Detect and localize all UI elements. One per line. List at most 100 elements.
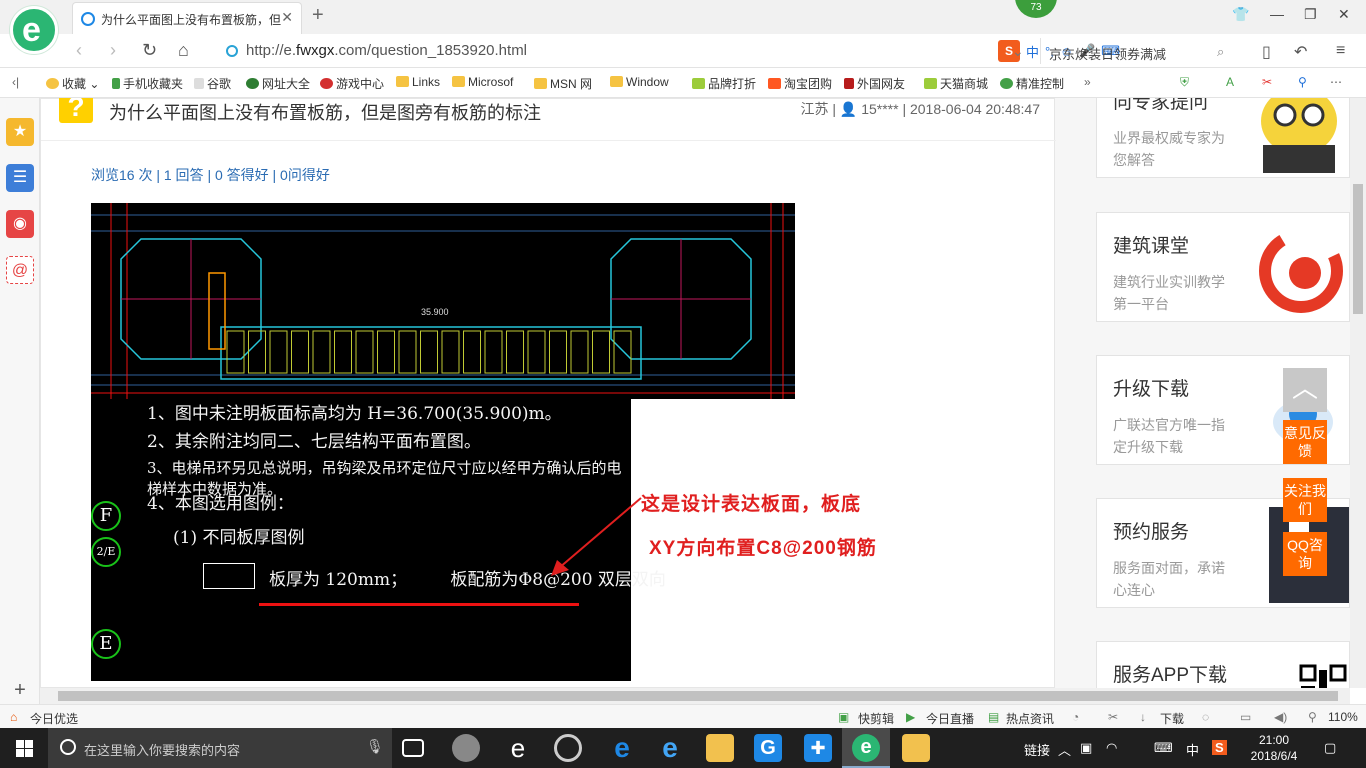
add-panel-icon[interactable]: + [6, 676, 34, 704]
collapse-sidebar-icon[interactable]: ‹| [12, 75, 19, 89]
swirl-app-icon[interactable] [554, 734, 582, 762]
cad-slab-panel [613, 330, 632, 374]
internet-explorer-icon[interactable]: e [656, 734, 684, 762]
more-bookmarks-icon[interactable]: » [1084, 75, 1091, 89]
action-center-icon[interactable]: ▢ [1324, 740, 1336, 756]
edge-browser-icon[interactable]: e [608, 734, 636, 762]
feedback-button[interactable]: 意见反馈 [1283, 420, 1327, 464]
follow-us-button[interactable]: 关注我们 [1283, 478, 1327, 522]
status-link[interactable]: 今日直播 [926, 710, 974, 727]
minimize-icon[interactable]: — [1270, 6, 1284, 22]
bookmark-item[interactable]: 品牌打折 [692, 75, 756, 92]
bookmark-item[interactable]: Window [610, 75, 669, 89]
translate-icon[interactable]: A [1226, 75, 1234, 89]
tray-app-icon[interactable]: ▣ [1080, 740, 1092, 756]
mail-icon[interactable]: @ [6, 256, 34, 284]
forward-icon[interactable]: › [110, 40, 116, 61]
cleanup-icon[interactable]: ◌ [1202, 710, 1209, 724]
file-explorer-icon[interactable] [706, 734, 734, 762]
qq-consult-button[interactable]: QQ咨询 [1283, 532, 1327, 576]
bookmark-item[interactable]: 精准控制 [1000, 75, 1064, 92]
speed-icon[interactable]: ◔ [1072, 710, 1079, 724]
search-field[interactable]: 京东焕装日领券满减 ⌕ [1040, 38, 1240, 64]
pinwheel-app-icon[interactable] [452, 734, 480, 762]
bookmark-item[interactable]: 淘宝团购 [768, 75, 832, 92]
phone-icon[interactable]: ▯ [1262, 42, 1271, 62]
zoom-tool-icon[interactable]: ⚲ [1298, 75, 1307, 89]
bookmark-item[interactable]: 手机收藏夹 [112, 75, 183, 92]
globe-icon [246, 78, 259, 89]
ime-indicator[interactable]: 中 [1186, 740, 1199, 759]
g-app-icon[interactable]: G [754, 734, 782, 762]
bookmark-item[interactable]: 天猫商城 [924, 75, 988, 92]
ad-card[interactable]: 向专家提问 业界最权威专家为您解答 [1096, 98, 1350, 178]
restore-icon[interactable]: ❐ [1304, 6, 1317, 23]
refresh-icon[interactable]: ↻ [142, 40, 157, 61]
notification-badge[interactable]: 73 [1015, 0, 1057, 18]
new-tab-button[interactable]: + [312, 4, 324, 27]
bookmark-item[interactable]: 谷歌 [194, 75, 231, 92]
scroll-thumb[interactable] [58, 691, 1338, 701]
tray-expand-icon[interactable]: ︿ [1058, 740, 1071, 759]
browser-tab[interactable]: 为什么平面图上没有布置板筋，但是图旁有板筋的标注 ✕ [72, 2, 302, 34]
windows-start-button[interactable] [0, 728, 48, 768]
sogou-tray-icon[interactable]: S [1212, 740, 1227, 755]
wifi-icon[interactable]: ◠ [1106, 740, 1117, 756]
undo-icon[interactable]: ↶ [1294, 42, 1307, 62]
bookmark-item[interactable]: MSN 网 [534, 75, 592, 92]
close-tab-icon[interactable]: ✕ [281, 9, 293, 26]
daily-picks-link[interactable]: 今日优选 [30, 710, 78, 727]
shirt-icon[interactable]: 👕 [1232, 6, 1249, 23]
taskbar-search-field[interactable]: 在这里输入你要搜索的内容 🎙 [48, 728, 392, 768]
back-to-top-button[interactable]: ︿ [1283, 368, 1327, 412]
status-link[interactable]: 快剪辑 [858, 710, 894, 727]
reading-list-icon[interactable]: ☰ [6, 164, 34, 192]
bookmark-item[interactable]: 游戏中心 [320, 75, 384, 92]
plus-app-icon[interactable]: ✚ [804, 734, 832, 762]
ad-card[interactable]: 服务APP下载 [1096, 641, 1350, 688]
scroll-thumb[interactable] [1353, 184, 1363, 314]
system-clock[interactable]: 21:00 2018/6/4 [1244, 732, 1304, 764]
back-icon[interactable]: ‹ [76, 40, 82, 61]
bookmark-item[interactable]: Microsof [452, 75, 513, 89]
zoom-level[interactable]: 110% [1328, 710, 1358, 724]
bookmark-item[interactable]: Links [396, 75, 440, 89]
ime-chinese-toggle[interactable]: 中 [1026, 42, 1039, 61]
tray-link[interactable]: 链接 [1024, 740, 1050, 759]
active-browser-task[interactable]: e [842, 728, 890, 768]
scissors-icon[interactable]: ✂ [1262, 75, 1272, 89]
window-icon[interactable]: ▭ [1240, 710, 1251, 724]
security-icon[interactable]: ⛨ [1180, 75, 1189, 90]
bookmark-item[interactable]: 网址大全 [246, 75, 310, 92]
weibo-icon[interactable]: ◉ [6, 210, 34, 238]
status-link[interactable]: 热点资讯 [1006, 710, 1054, 727]
browser-logo[interactable]: e [10, 6, 58, 54]
home-icon[interactable]: ⌂ [178, 40, 189, 61]
task-view-icon[interactable] [402, 739, 424, 757]
more-tools-icon[interactable]: ⋯ [1330, 75, 1342, 89]
sound-icon[interactable]: ◀) [1274, 710, 1287, 724]
url-field[interactable]: http://e.fwxgx.com/question_1853920.html… [218, 38, 1120, 64]
notepad-icon[interactable] [902, 734, 930, 762]
favorites-star-icon[interactable]: ★ [6, 118, 34, 146]
keyboard-icon[interactable]: ⌨ [1154, 740, 1173, 756]
question-stats[interactable]: 浏览16 次 | 1 回答 | 0 答得好 | 0问得好 [91, 165, 330, 185]
search-icon[interactable]: ⌕ [1217, 44, 1224, 60]
ie-outline-icon[interactable]: e [504, 734, 532, 762]
cad-slab-panel [291, 330, 309, 374]
cad-drawing-image[interactable]: 35.900 [91, 203, 795, 399]
horizontal-scrollbar[interactable] [40, 688, 1350, 704]
close-window-icon[interactable]: ✕ [1338, 6, 1350, 23]
microphone-icon[interactable]: 🎙 [366, 738, 384, 755]
bookmark-item[interactable]: 收藏 ⌄ [46, 75, 99, 92]
question-card: ? 为什么平面图上没有布置板筋，但是图旁有板筋的标注 江苏 | 👤 15****… [40, 98, 1056, 688]
ad-card[interactable]: 建筑课堂 建筑行业实训教学第一平台 [1096, 212, 1350, 322]
menu-icon[interactable]: ≡ [1336, 42, 1345, 60]
bookmark-item[interactable]: 外国网友 [844, 75, 905, 92]
vertical-scrollbar[interactable] [1350, 98, 1366, 688]
cad-plan-svg: 35.900 [91, 203, 795, 399]
chevron-down-icon[interactable]: ⌄ [1012, 43, 1024, 60]
windows-taskbar: 在这里输入你要搜索的内容 🎙 e e e G ✚ e 链接 ︿ ▣ ◠ ⌨ 中 … [0, 728, 1366, 768]
pin-icon[interactable]: ✂ [1108, 710, 1118, 724]
download-link[interactable]: 下载 [1160, 710, 1184, 727]
